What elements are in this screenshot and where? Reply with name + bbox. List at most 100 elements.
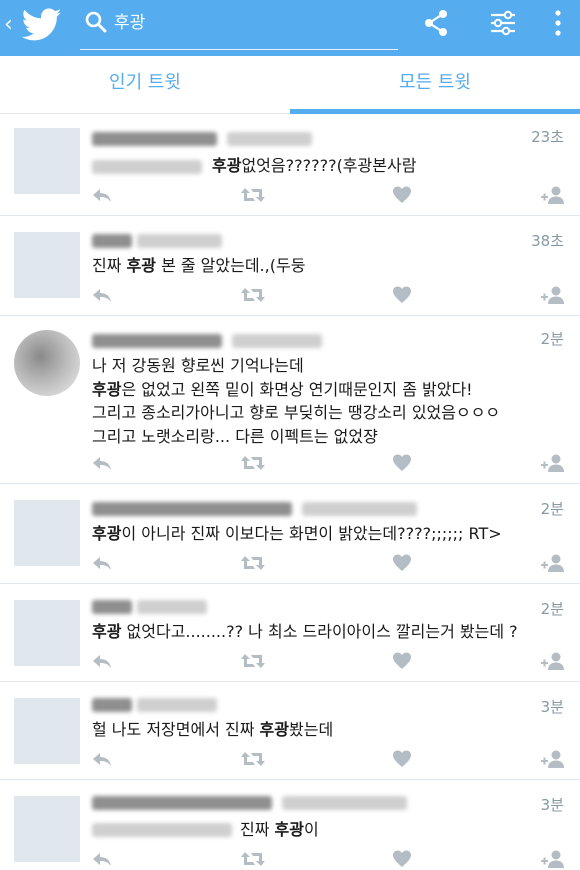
author-name-redacted[interactable] bbox=[92, 502, 422, 522]
text-segment: 이 아니라 진짜 이보다는 화면이 밝았는데????;;;;;; RT> bbox=[121, 524, 502, 543]
text-segment: 헐 나도 저장면에서 진짜 bbox=[92, 720, 260, 739]
follow-icon[interactable] bbox=[540, 650, 566, 672]
back-icon[interactable]: ‹ bbox=[4, 10, 18, 40]
author-name-redacted[interactable] bbox=[92, 132, 322, 152]
reply-icon[interactable] bbox=[91, 650, 113, 672]
tweet-time[interactable]: 2분 bbox=[541, 498, 564, 519]
tab-label: 인기 트윗 bbox=[109, 72, 181, 93]
retweet-icon[interactable] bbox=[240, 748, 266, 770]
search-highlight: 후광 bbox=[92, 622, 122, 641]
top-bar: ‹ 후광 bbox=[0, 0, 580, 56]
text-segment: 이 bbox=[303, 820, 319, 839]
twitter-bird-icon bbox=[22, 8, 62, 41]
tweet[interactable]: 3분 헐 나도 저장면에서 진짜 후광봤는데 bbox=[0, 682, 580, 780]
text-line: 후광은 없었고 왼쪽 밑이 화면상 연기때문인지 좀 밝았다! bbox=[92, 378, 500, 402]
text-segment: 진짜 bbox=[92, 256, 127, 275]
tab-top-tweets[interactable]: 인기 트윗 bbox=[0, 56, 290, 114]
like-icon[interactable] bbox=[391, 184, 413, 206]
reply-icon[interactable] bbox=[91, 848, 113, 870]
tweet-text: 진짜 후광 본 줄 알았는데.,(두둥 bbox=[92, 254, 305, 278]
search-query[interactable]: 후광 bbox=[114, 10, 145, 36]
tweet-text: 후광이 아니라 진짜 이보다는 화면이 밝았는데????;;;;;; RT> bbox=[92, 522, 502, 546]
filter-icon[interactable] bbox=[488, 8, 518, 38]
redacted-mention bbox=[92, 160, 202, 174]
reply-icon[interactable] bbox=[91, 284, 113, 306]
text-line: 나 저 강동원 향로씬 기억나는데 bbox=[92, 354, 500, 378]
tweet-time[interactable]: 38초 bbox=[531, 230, 564, 251]
search-highlight: 후광 bbox=[92, 379, 122, 399]
tab-all-tweets[interactable]: 모든 트윗 bbox=[290, 56, 580, 114]
tweet[interactable]: 2분 나 저 강동원 향로씬 기억나는데 후광은 없었고 왼쪽 밑이 화면상 연… bbox=[0, 316, 580, 484]
tweet[interactable]: 2분 후광이 아니라 진짜 이보다는 화면이 밝았는데????;;;;;; RT… bbox=[0, 484, 580, 584]
tweet-time[interactable]: 2분 bbox=[541, 598, 564, 619]
text-segment: 은 없었고 왼쪽 밑이 화면상 연기때문인지 좀 밝았다! bbox=[121, 379, 473, 399]
tweet-text: 후광없엇음??????(후광본사람 bbox=[212, 154, 416, 178]
tweet[interactable]: 38초 진짜 후광 본 줄 알았는데.,(두둥 bbox=[0, 216, 580, 316]
text-segment: 진짜 bbox=[240, 820, 275, 839]
like-icon[interactable] bbox=[391, 848, 413, 870]
tweet-text: 진짜 후광이 bbox=[240, 818, 319, 842]
retweet-icon[interactable] bbox=[240, 848, 266, 870]
tweet-time[interactable]: 3분 bbox=[541, 696, 564, 717]
retweet-icon[interactable] bbox=[240, 552, 266, 574]
text-segment: 그리고 노랫소리랑... 다른 이펙트는 없었쟝 bbox=[92, 426, 378, 446]
tweet-actions bbox=[0, 284, 580, 306]
tweet-actions bbox=[0, 650, 580, 672]
tab-label: 모든 트윗 bbox=[399, 72, 471, 93]
tab-bar: 인기 트윗 모든 트윗 bbox=[0, 56, 580, 114]
tweet-text: 후광 없엇다고........?? 나 최소 드라이아이스 깔리는거 봤는데 ? bbox=[92, 620, 518, 644]
search-highlight: 후광 bbox=[274, 820, 304, 839]
retweet-icon[interactable] bbox=[240, 184, 266, 206]
tweet[interactable]: 2분 후광 없엇다고........?? 나 최소 드라이아이스 깔리는거 봤는… bbox=[0, 584, 580, 682]
redacted-mention bbox=[92, 823, 232, 837]
tweet-actions bbox=[0, 848, 580, 870]
retweet-icon[interactable] bbox=[240, 650, 266, 672]
search-icon bbox=[85, 11, 107, 33]
text-line: 그리고 노랫소리랑... 다른 이펙트는 없었쟝 bbox=[92, 425, 500, 449]
author-name-redacted[interactable] bbox=[92, 796, 412, 816]
retweet-icon[interactable] bbox=[240, 452, 266, 474]
reply-icon[interactable] bbox=[91, 748, 113, 770]
text-line: 그리고 종소리가아니고 향로 부딪히는 땡강소리 있었음ㅇㅇㅇ bbox=[92, 401, 500, 425]
search-highlight: 후광 bbox=[259, 720, 289, 739]
like-icon[interactable] bbox=[391, 452, 413, 474]
author-name-redacted[interactable] bbox=[92, 234, 232, 254]
text-segment: 없엇다고........?? 나 최소 드라이아이스 깔리는거 봤는데 ? bbox=[121, 622, 518, 641]
text-segment: 그리고 종소리가아니고 향로 부딪히는 땡강소리 있었음ㅇㅇㅇ bbox=[92, 403, 501, 422]
more-icon[interactable] bbox=[548, 8, 568, 38]
author-name-redacted[interactable] bbox=[92, 600, 212, 620]
tweet-time[interactable]: 23초 bbox=[531, 126, 564, 147]
like-icon[interactable] bbox=[391, 552, 413, 574]
like-icon[interactable] bbox=[391, 284, 413, 306]
tweet[interactable]: 3분 진짜 후광이 bbox=[0, 780, 580, 870]
follow-icon[interactable] bbox=[540, 848, 566, 870]
share-icon[interactable] bbox=[423, 8, 449, 38]
reply-icon[interactable] bbox=[91, 184, 113, 206]
search-field[interactable]: 후광 bbox=[80, 6, 398, 50]
reply-icon[interactable] bbox=[91, 452, 113, 474]
text-segment: 없엇음??????(후광본사람 bbox=[241, 156, 417, 175]
author-name-redacted[interactable] bbox=[92, 334, 332, 354]
follow-icon[interactable] bbox=[540, 184, 566, 206]
reply-icon[interactable] bbox=[91, 552, 113, 574]
tweet-time[interactable]: 3분 bbox=[541, 794, 564, 815]
tweet-actions bbox=[0, 748, 580, 770]
retweet-icon[interactable] bbox=[240, 284, 266, 306]
follow-icon[interactable] bbox=[540, 748, 566, 770]
follow-icon[interactable] bbox=[540, 552, 566, 574]
tweet-time[interactable]: 2분 bbox=[541, 328, 564, 349]
follow-icon[interactable] bbox=[540, 452, 566, 474]
search-highlight: 후광 bbox=[126, 256, 156, 275]
like-icon[interactable] bbox=[391, 650, 413, 672]
tweet[interactable]: 23초 후광없엇음??????(후광본사람 bbox=[0, 114, 580, 216]
avatar[interactable] bbox=[14, 330, 80, 396]
like-icon[interactable] bbox=[391, 748, 413, 770]
tweet-actions bbox=[0, 452, 580, 474]
tweet-actions bbox=[0, 552, 580, 574]
follow-icon[interactable] bbox=[540, 284, 566, 306]
tweet-text: 나 저 강동원 향로씬 기억나는데 후광은 없었고 왼쪽 밑이 화면상 연기때문… bbox=[92, 354, 500, 448]
text-segment: 봤는데 bbox=[289, 720, 334, 739]
author-name-redacted[interactable] bbox=[92, 698, 222, 718]
text-segment: 나 저 강동원 향로씬 기억나는데 bbox=[92, 356, 304, 375]
tweet-actions bbox=[0, 184, 580, 206]
